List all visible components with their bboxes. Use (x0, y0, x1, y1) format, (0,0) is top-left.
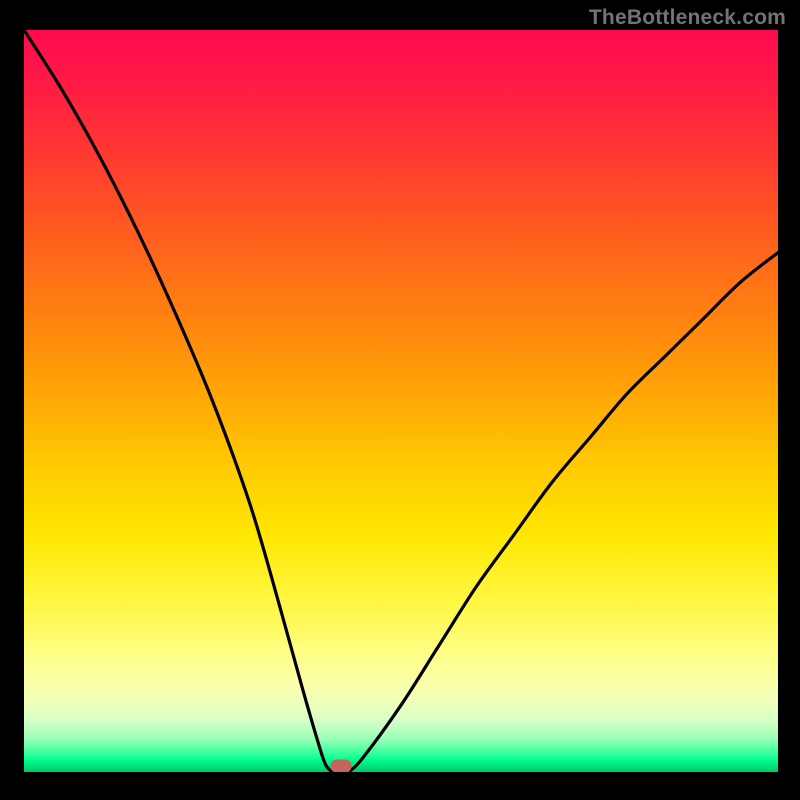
plot-area (24, 30, 778, 772)
optimal-point-marker (330, 760, 351, 773)
watermark-text: TheBottleneck.com (589, 6, 786, 30)
chart-frame: TheBottleneck.com (0, 0, 800, 800)
bottleneck-curve (24, 30, 778, 772)
